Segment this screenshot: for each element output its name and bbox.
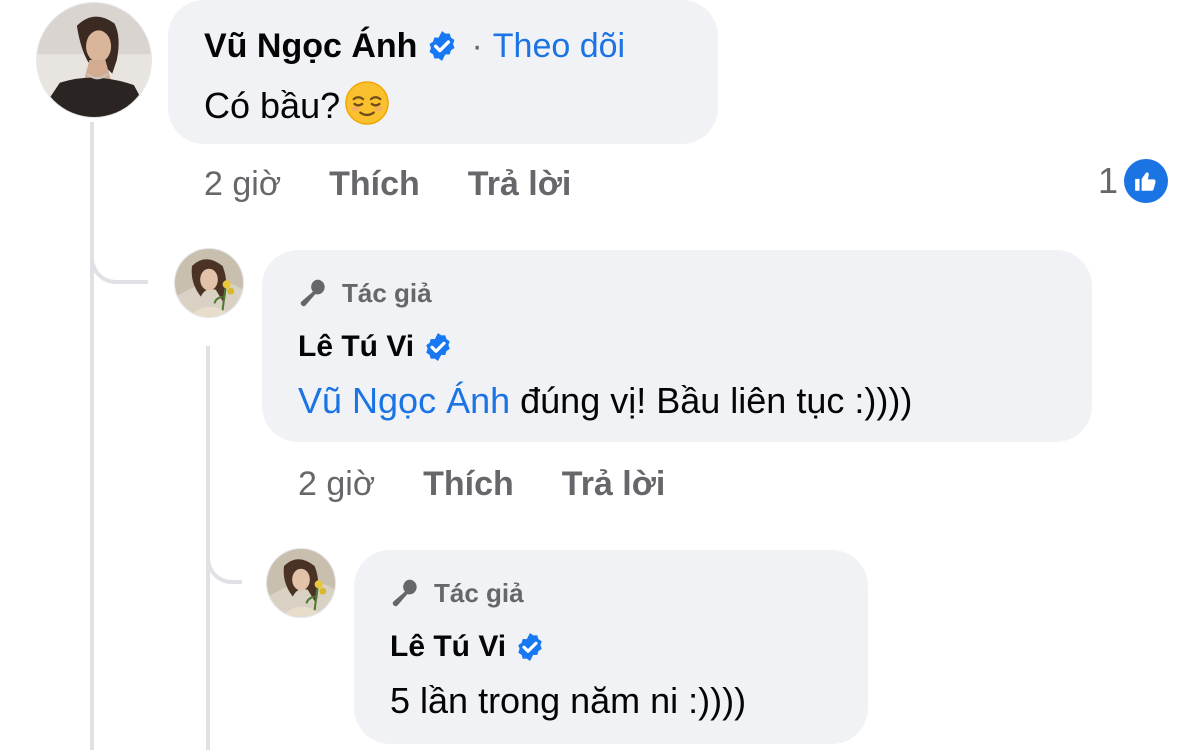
reply-bubble: Tác giả Lê Tú Vi Vũ Ngọc Ánh đúng vị! Bầ…	[262, 250, 1092, 442]
thread-connector-reply1	[90, 230, 148, 284]
like-icon	[1124, 159, 1169, 203]
avatar-vu-ngoc-anh[interactable]	[36, 2, 152, 118]
reply-time[interactable]: 2 giờ	[298, 465, 375, 504]
reaction-count: 1	[1098, 160, 1119, 201]
reply-button[interactable]: Trả lời	[468, 165, 572, 204]
reply-text: 5 lần trong năm ni :))))	[390, 680, 868, 722]
thread-connector-reply2	[206, 530, 242, 584]
reaction-summary[interactable]: 1	[1098, 158, 1169, 204]
reply-bubble: Tác giả Lê Tú Vi 5 lần trong năm ni :)))…	[354, 550, 868, 744]
verified-badge-icon	[514, 631, 546, 663]
avatar-le-tu-vi[interactable]	[174, 248, 244, 318]
comment-bubble: Vũ Ngọc Ánh · Theo dõi Có bầu?	[168, 0, 718, 144]
like-button[interactable]: Thích	[329, 165, 420, 204]
thread-line-main	[90, 122, 94, 750]
like-button[interactable]: Thích	[423, 465, 514, 504]
reply-text-content: đúng vị! Bầu liên tục :))))	[510, 380, 913, 421]
reply-button[interactable]: Trả lời	[562, 465, 666, 504]
profile-photo-icon	[175, 249, 243, 317]
verified-badge-icon	[422, 331, 454, 363]
relieved-face-emoji-icon	[344, 80, 390, 126]
reply-text: Vũ Ngọc Ánh đúng vị! Bầu liên tục :))))	[298, 380, 1092, 422]
comment-actions: 2 giờ Thích Trả lời	[204, 164, 571, 204]
profile-photo-icon	[267, 549, 335, 617]
separator-dot: ·	[471, 26, 483, 65]
comment-author-name[interactable]: Vũ Ngọc Ánh	[204, 27, 417, 66]
mention-link[interactable]: Vũ Ngọc Ánh	[298, 380, 510, 421]
follow-link[interactable]: Theo dõi	[493, 27, 625, 66]
reply-text-content: 5 lần trong năm ni :))))	[390, 680, 747, 721]
reply-author-name[interactable]: Lê Tú Vi	[298, 330, 414, 364]
author-badge-label: Tác giả	[434, 577, 524, 608]
comment-text: Có bầu?	[204, 80, 718, 127]
comment-text-content: Có bầu?	[204, 85, 341, 126]
author-badge-label: Tác giả	[342, 277, 432, 308]
avatar-le-tu-vi[interactable]	[266, 548, 336, 618]
microphone-icon	[392, 579, 417, 607]
microphone-icon	[300, 279, 325, 307]
verified-badge-icon	[425, 29, 459, 63]
comment-time[interactable]: 2 giờ	[204, 165, 281, 204]
reply-author-name[interactable]: Lê Tú Vi	[390, 630, 506, 664]
reply-actions: 2 giờ Thích Trả lời	[298, 464, 665, 504]
author-badge: Tác giả	[390, 576, 868, 610]
author-badge: Tác giả	[298, 276, 1092, 310]
profile-photo-icon	[37, 3, 151, 117]
